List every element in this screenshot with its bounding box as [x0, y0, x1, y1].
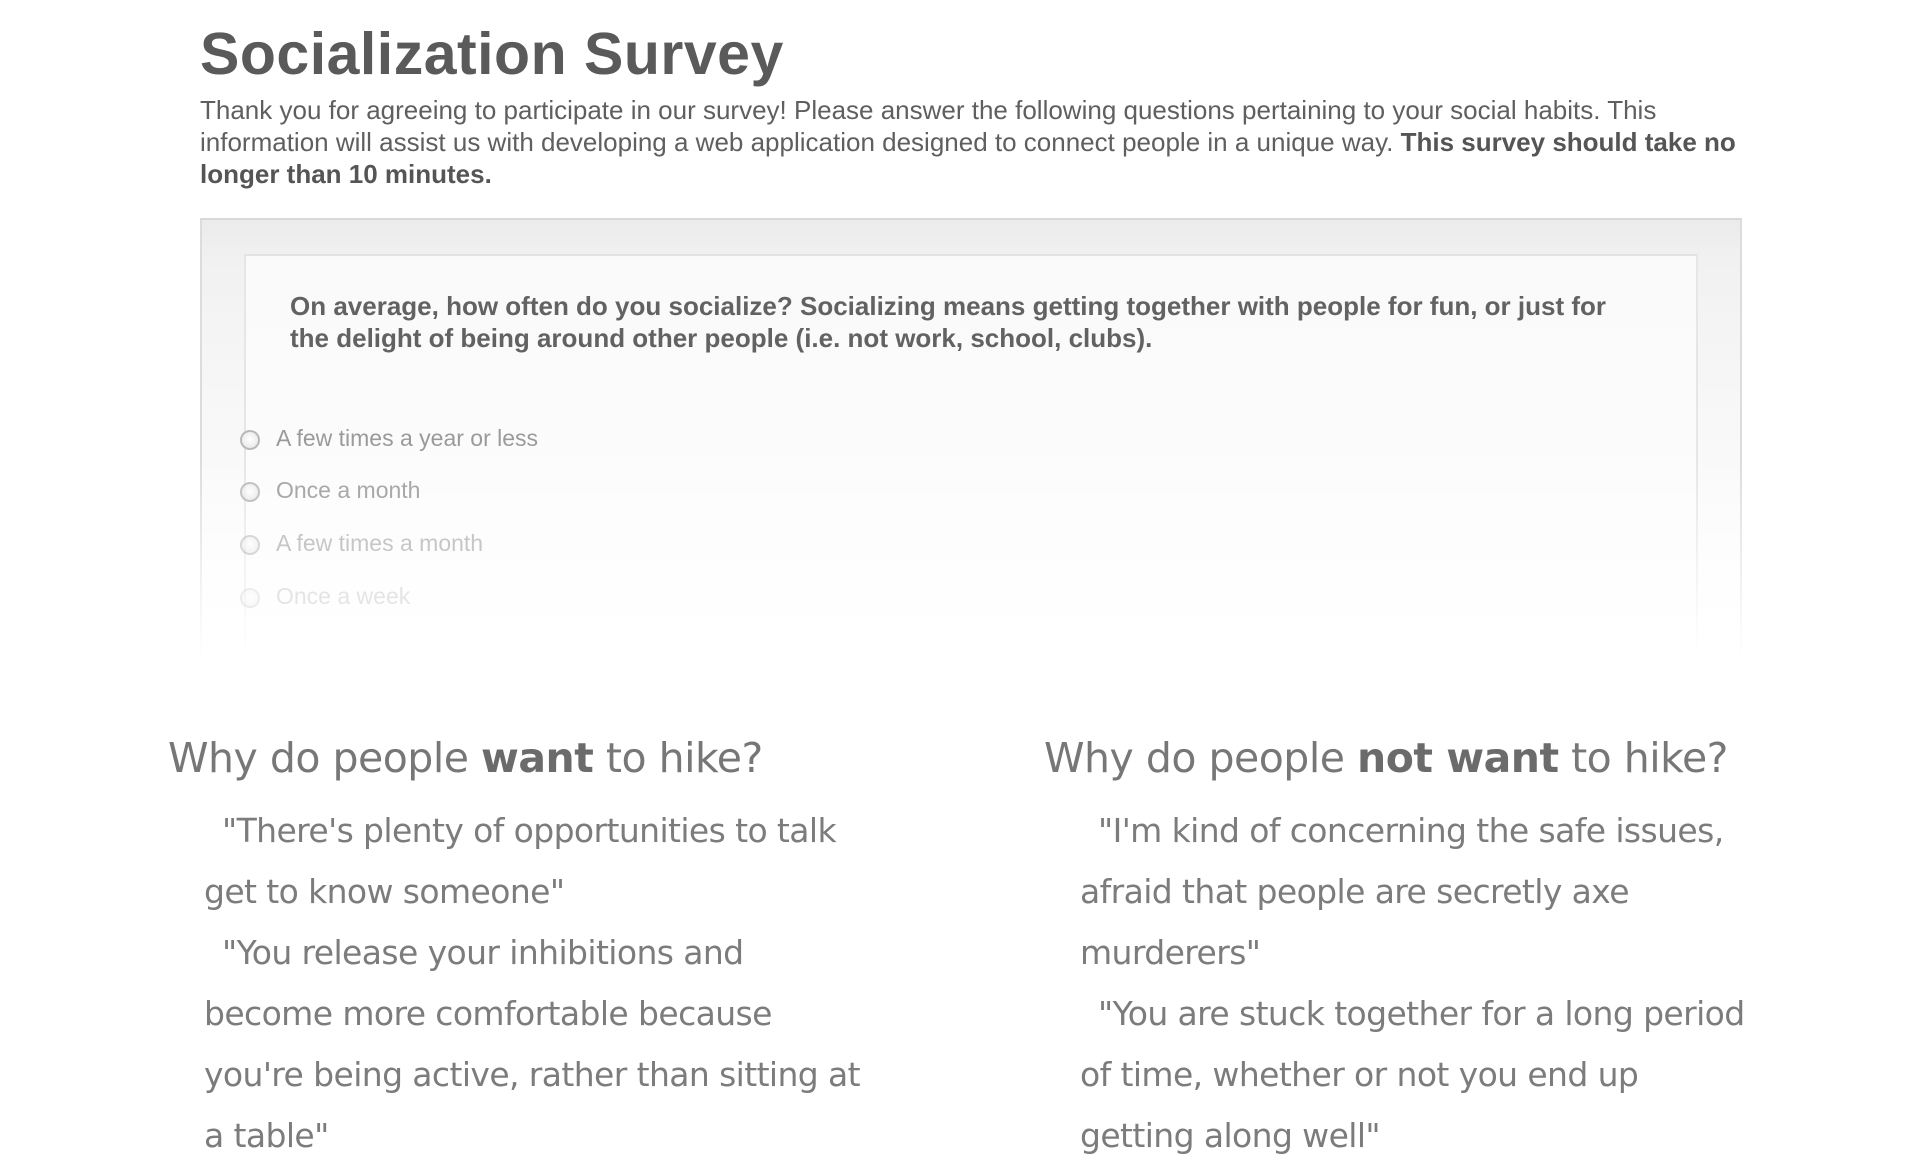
heading-prefix: Why do people: [168, 734, 469, 782]
option-once-month[interactable]: Once a month: [240, 475, 420, 505]
heading-prefix: Why do people: [1044, 734, 1345, 782]
option-label: A few times a month: [276, 529, 484, 556]
heading-suffix: to hike?: [605, 734, 763, 782]
option-few-times-month[interactable]: A few times a month: [240, 528, 483, 558]
option-once-week[interactable]: Once a week: [240, 581, 410, 611]
survey-intro: Thank you for agreeing to participate in…: [200, 94, 1745, 190]
want-quotes-list: "There's plenty of opportunities to talk…: [204, 800, 874, 1160]
radio-button[interactable]: [240, 482, 260, 502]
quote: "There's plenty of opportunities to talk…: [204, 811, 837, 911]
option-label: A few times a year or less: [276, 424, 539, 451]
heading-suffix: to hike?: [1571, 734, 1728, 782]
survey-question-card: On average, how often do you socialize? …: [244, 254, 1698, 674]
survey-title: Socialization Survey: [200, 21, 784, 87]
option-few-times-year[interactable]: A few times a year or less: [240, 423, 538, 453]
want-to-hike-heading: Why do people want to hike?: [168, 730, 888, 786]
not-want-to-hike-column: Why do people not want to hike? "I'm kin…: [1044, 730, 1764, 1160]
radio-button[interactable]: [240, 535, 260, 555]
quote: "I'm kind of concerning the safe issues,…: [1080, 811, 1724, 972]
not-want-quotes-list: "I'm kind of concerning the safe issues,…: [1080, 800, 1750, 1160]
survey-question: On average, how often do you socialize? …: [290, 291, 1607, 353]
option-label: Once a week: [276, 582, 411, 609]
heading-emphasis: not want: [1357, 734, 1559, 782]
survey-screenshot: Socialization Survey Thank you for agree…: [200, 20, 1750, 674]
option-label: Once a month: [276, 476, 421, 503]
quote: "You release your inhibitions and become…: [204, 933, 861, 1155]
heading-emphasis: want: [481, 734, 594, 782]
want-to-hike-column: Why do people want to hike? "There's ple…: [168, 730, 888, 1160]
radio-button[interactable]: [240, 588, 260, 608]
not-want-to-hike-heading: Why do people not want to hike?: [1044, 730, 1764, 786]
quote: "You are stuck together for a long perio…: [1080, 994, 1745, 1155]
radio-button[interactable]: [240, 430, 260, 450]
